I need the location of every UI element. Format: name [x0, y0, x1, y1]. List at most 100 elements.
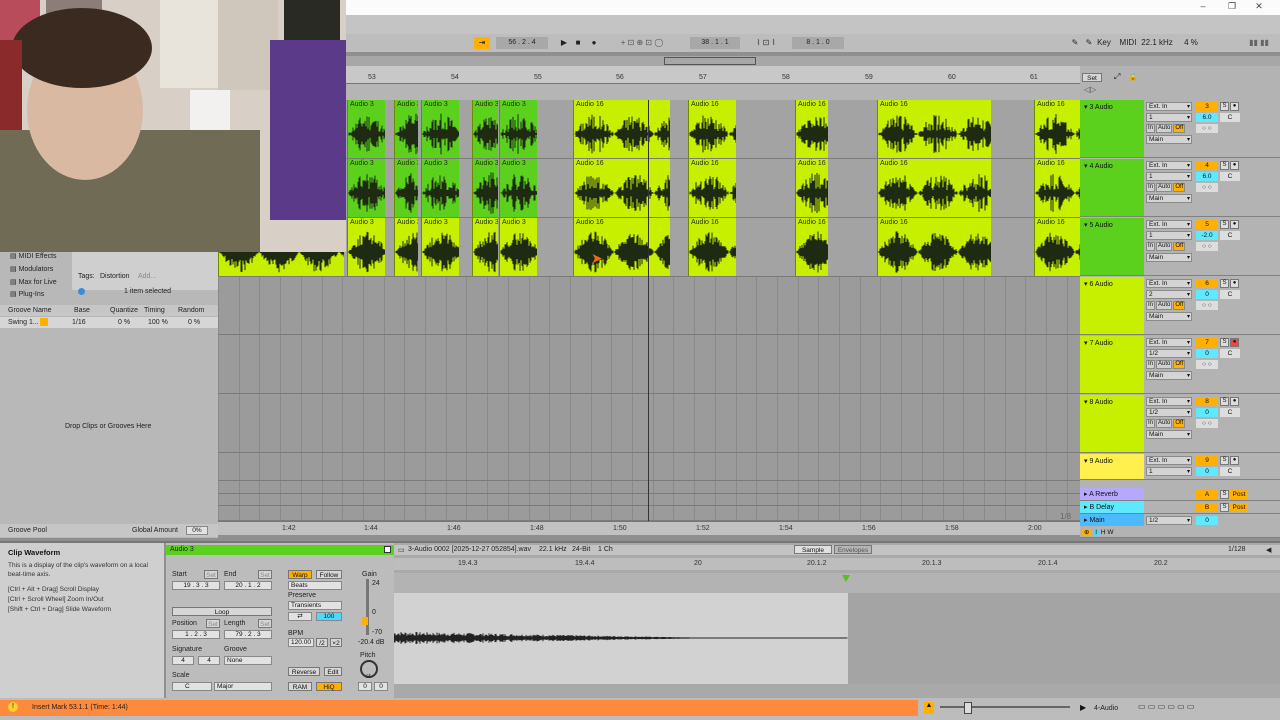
arrangement-overview[interactable]: [346, 56, 1280, 66]
main-output-select[interactable]: 1/2: [1146, 516, 1192, 525]
loop-brace-lane[interactable]: [346, 84, 1080, 100]
sample-waveform[interactable]: [394, 623, 848, 653]
input-type-select[interactable]: Ext. In: [1146, 456, 1192, 465]
input-type-select[interactable]: Ext. In: [1146, 102, 1192, 111]
monitor-off-button[interactable]: Off: [1173, 124, 1186, 133]
audio-clip[interactable]: Audio 3: [347, 100, 385, 158]
audio-clip[interactable]: Audio 16: [877, 218, 991, 276]
return-name[interactable]: A Reverb: [1089, 491, 1118, 498]
output-select[interactable]: Main: [1146, 371, 1192, 380]
preserve-select[interactable]: Transients: [288, 601, 342, 610]
warp-marker-lane[interactable]: [394, 573, 1280, 593]
audio-clip[interactable]: Audio 16: [573, 100, 670, 158]
return-lane[interactable]: [218, 494, 1080, 506]
return-name-area[interactable]: ▸ B Delay: [1080, 501, 1144, 513]
solo-button[interactable]: S: [1220, 503, 1229, 512]
input-channel-select[interactable]: 1/2: [1146, 408, 1192, 417]
sig-numerator[interactable]: 4: [172, 656, 194, 665]
audio-clip[interactable]: Audio 16: [877, 100, 991, 158]
loop-button[interactable]: Loop: [172, 607, 272, 616]
browser-content[interactable]: [72, 252, 218, 290]
pan-field[interactable]: C: [1220, 408, 1240, 417]
track-lane[interactable]: [218, 453, 1080, 481]
track-activator[interactable]: 9: [1196, 456, 1218, 465]
io-toggle-icon[interactable]: I: [1093, 529, 1100, 536]
sends-icon[interactable]: ○ ○: [1196, 183, 1218, 192]
gain-slider-thumb[interactable]: [362, 617, 368, 625]
warp-marker-icon[interactable]: [842, 575, 850, 582]
clip-activator[interactable]: [384, 546, 391, 553]
track-name[interactable]: 8 Audio: [1089, 399, 1112, 406]
return-track-header[interactable]: ▸ B Delay B S Post: [1080, 501, 1280, 514]
half-tempo-button[interactable]: /2: [316, 638, 328, 647]
double-tempo-button[interactable]: ×2: [330, 638, 342, 647]
tab-envelopes[interactable]: Envelopes: [834, 545, 872, 554]
volume-field[interactable]: -2.0: [1196, 231, 1218, 240]
post-button[interactable]: Post: [1230, 503, 1248, 512]
output-select[interactable]: Main: [1146, 312, 1192, 321]
audio-clip[interactable]: Audio 3: [421, 159, 459, 217]
audio-clip[interactable]: Audio 16: [795, 218, 828, 276]
track-name-area[interactable]: ▾ 8 Audio: [1080, 395, 1144, 452]
groove-hot-swap-icon[interactable]: [40, 318, 48, 326]
alert-icon[interactable]: !: [8, 702, 18, 712]
return-name-area[interactable]: ▸ A Reverb: [1080, 488, 1144, 500]
input-type-select[interactable]: Ext. In: [1146, 220, 1192, 229]
gain-value[interactable]: -20.4 dB: [358, 639, 384, 646]
audio-clip[interactable]: Audio 3: [421, 100, 459, 158]
audio-clip[interactable]: Audio 3: [347, 218, 385, 276]
input-channel-select[interactable]: 2: [1146, 290, 1192, 299]
audio-clip[interactable]: Audio 16: [688, 218, 736, 276]
clip-title-bar[interactable]: Audio 3: [166, 545, 394, 555]
pan-field[interactable]: C: [1220, 349, 1240, 358]
volume-field[interactable]: 0: [1196, 467, 1218, 476]
track-lane[interactable]: [218, 335, 1080, 394]
solo-button[interactable]: S: [1220, 279, 1229, 288]
browser-item-modulators[interactable]: ▤ Modulators: [10, 265, 53, 273]
record-icon[interactable]: ●: [588, 37, 600, 49]
track-lane[interactable]: [218, 394, 1080, 453]
pan-field[interactable]: C: [1220, 113, 1240, 122]
loop-start[interactable]: 38 . 1 . 1: [690, 37, 740, 49]
sends-icon[interactable]: ○ ○: [1196, 360, 1218, 369]
track-lane[interactable]: [218, 277, 1080, 335]
restore-icon[interactable]: ❐: [1225, 1, 1239, 12]
monitor-off-button[interactable]: Off: [1173, 301, 1186, 310]
solo-button[interactable]: S: [1220, 490, 1229, 499]
return-name[interactable]: B Delay: [1089, 504, 1114, 511]
arrangement-view[interactable]: Audio 3 Audio 3 Audio 3 Audio 3 Audio 3 Audio…: [218, 100, 1080, 521]
crossfade-icon[interactable]: ⊕: [1082, 529, 1092, 536]
follow-icon[interactable]: ⇥: [474, 37, 490, 49]
sample-menu-icon[interactable]: ◀: [1266, 546, 1271, 554]
beat-time-ruler[interactable]: 53 54 55 56 57 58 59 60 61: [346, 66, 1080, 84]
tab-sample[interactable]: Sample: [794, 545, 832, 554]
sends-icon[interactable]: ○ ○: [1196, 242, 1218, 251]
monitor-in-button[interactable]: In: [1146, 124, 1156, 133]
monitor-off-button[interactable]: Off: [1173, 242, 1186, 251]
monitor-off-button[interactable]: Off: [1173, 419, 1186, 428]
audio-clip[interactable]: Audio 3: [499, 159, 537, 217]
main-name[interactable]: Main: [1089, 517, 1104, 524]
transient-envelope[interactable]: 100: [316, 612, 342, 621]
return-lane[interactable]: [218, 481, 1080, 494]
gain-slider[interactable]: [366, 579, 369, 635]
draw-mode-icon[interactable]: ✎: [1070, 37, 1080, 49]
edit-icon[interactable]: ✎: [1084, 37, 1094, 49]
audio-clip[interactable]: Audio 16: [1034, 159, 1080, 217]
edit-button[interactable]: Edit: [324, 667, 342, 676]
track-activator[interactable]: 7: [1196, 338, 1218, 347]
warp-button[interactable]: Warp: [288, 570, 312, 579]
track-name[interactable]: 6 Audio: [1089, 281, 1112, 288]
track-name-area[interactable]: ▾ 6 Audio: [1080, 277, 1144, 334]
end-field[interactable]: 20 . 1 . 2: [224, 581, 272, 590]
hide-icon[interactable]: H: [1101, 529, 1106, 536]
audio-clip[interactable]: Audio 3: [394, 100, 418, 158]
pan-field[interactable]: C: [1220, 172, 1240, 181]
volume-field[interactable]: 6.0: [1196, 172, 1218, 181]
arm-icon[interactable]: ●: [1230, 456, 1239, 465]
track-header[interactable]: ▾ 6 Audio Ext. In 2 InAutoOff Main 6S● 0…: [1080, 277, 1280, 335]
set-button[interactable]: Set: [1082, 73, 1102, 82]
input-channel-select[interactable]: 1: [1146, 113, 1192, 122]
audio-clip[interactable]: Audio 3: [347, 159, 385, 217]
monitor-off-button[interactable]: Off: [1173, 183, 1186, 192]
